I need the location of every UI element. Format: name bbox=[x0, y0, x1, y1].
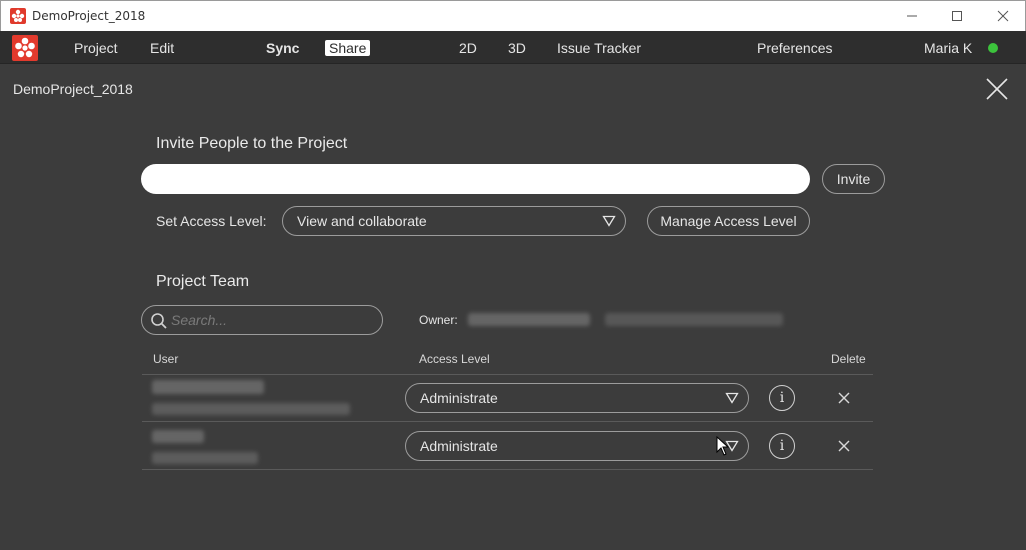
maximize-icon bbox=[952, 11, 962, 21]
row-access-level-select[interactable]: Administrate bbox=[405, 383, 749, 413]
manage-access-level-button[interactable]: Manage Access Level bbox=[647, 206, 810, 236]
delete-x-icon[interactable] bbox=[837, 439, 851, 453]
menu-project[interactable]: Project bbox=[74, 40, 118, 56]
maximize-button[interactable] bbox=[934, 1, 980, 31]
table-divider bbox=[142, 421, 873, 422]
table-divider bbox=[142, 469, 873, 470]
menu-sync[interactable]: Sync bbox=[266, 40, 299, 56]
column-header-access-level: Access Level bbox=[419, 352, 490, 366]
menu-3d[interactable]: 3D bbox=[508, 40, 526, 56]
owner-label: Owner: bbox=[419, 313, 458, 327]
app-icon bbox=[10, 8, 26, 24]
team-search-box[interactable] bbox=[141, 305, 383, 335]
info-icon[interactable]: i bbox=[769, 385, 795, 411]
title-bar: DemoProject_2018 bbox=[0, 0, 1026, 31]
user-name-redacted bbox=[152, 430, 204, 443]
close-icon bbox=[986, 78, 1008, 100]
user-email-redacted bbox=[152, 403, 350, 415]
user-name[interactable]: Maria K bbox=[924, 40, 972, 56]
user-name-redacted bbox=[152, 380, 264, 394]
access-level-select[interactable]: View and collaborate bbox=[282, 206, 626, 236]
access-level-value: View and collaborate bbox=[297, 213, 427, 229]
menu-edit[interactable]: Edit bbox=[150, 40, 174, 56]
row-access-level-value: Administrate bbox=[420, 390, 498, 406]
project-name: DemoProject_2018 bbox=[13, 81, 133, 97]
minimize-icon bbox=[907, 15, 917, 17]
invite-button[interactable]: Invite bbox=[822, 164, 885, 194]
delete-x-icon[interactable] bbox=[837, 391, 851, 405]
menu-2d[interactable]: 2D bbox=[459, 40, 477, 56]
invite-section-title: Invite People to the Project bbox=[156, 135, 348, 152]
minimize-button[interactable] bbox=[889, 1, 935, 31]
dropdown-caret-icon bbox=[725, 392, 739, 404]
search-icon bbox=[151, 313, 167, 329]
access-level-label: Set Access Level: bbox=[156, 213, 267, 229]
menu-share[interactable]: Share bbox=[325, 40, 371, 56]
invite-email-input[interactable] bbox=[141, 164, 810, 194]
menu-issue-tracker[interactable]: Issue Tracker bbox=[557, 40, 641, 56]
row-access-level-value: Administrate bbox=[420, 438, 498, 454]
menu-preferences[interactable]: Preferences bbox=[757, 40, 832, 56]
project-team-title: Project Team bbox=[156, 273, 250, 290]
dropdown-caret-icon bbox=[602, 215, 616, 227]
row-access-level-select[interactable]: Administrate bbox=[405, 431, 749, 461]
column-header-delete: Delete bbox=[831, 352, 866, 366]
info-icon[interactable]: i bbox=[769, 433, 795, 459]
online-status-indicator bbox=[988, 43, 998, 53]
close-panel-button[interactable] bbox=[985, 77, 1009, 101]
share-panel: DemoProject_2018 Invite People to the Pr… bbox=[1, 64, 1025, 549]
team-search-input[interactable] bbox=[171, 311, 371, 329]
owner-name-redacted bbox=[468, 313, 590, 326]
app-logo-icon[interactable] bbox=[12, 35, 38, 61]
user-email-redacted bbox=[152, 452, 258, 464]
window-title: DemoProject_2018 bbox=[32, 9, 146, 23]
menu-bar: Project Edit Sync Share 2D 3D Issue Trac… bbox=[0, 31, 1026, 64]
close-icon bbox=[997, 10, 1009, 22]
table-divider bbox=[142, 374, 873, 375]
column-header-user: User bbox=[153, 352, 179, 366]
mouse-cursor-icon bbox=[716, 436, 730, 456]
owner-email-redacted bbox=[605, 313, 783, 326]
close-window-button[interactable] bbox=[980, 1, 1026, 31]
